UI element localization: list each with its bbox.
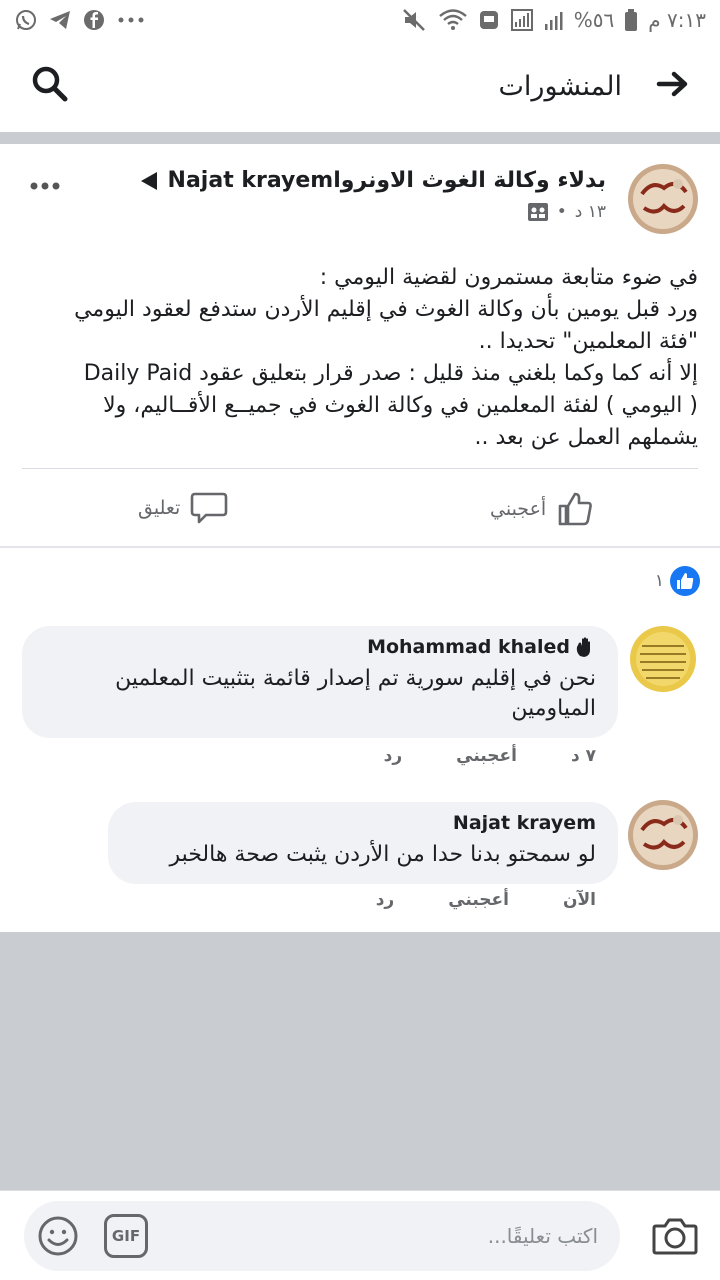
post-header: بدلاء وكالة الغوث الاونرواNajat krayem ١… <box>22 164 698 234</box>
commenter-name[interactable]: Mohammad khaled <box>44 636 596 658</box>
camera-icon <box>652 1218 698 1255</box>
comment-reply-button[interactable]: رد <box>384 746 403 766</box>
app-bar: المنشورات <box>0 40 720 132</box>
reactions-summary[interactable]: ١ <box>655 566 700 596</box>
comment-time: ٧ د <box>570 746 596 766</box>
reaction-count: ١ <box>654 571 664 591</box>
avatar[interactable] <box>628 164 698 234</box>
comment-text: لو سمحتو بدنا حدا من الأردن يثبت صحة هال… <box>169 842 596 867</box>
status-bar: %٥٦ ٧:١٣ م <box>0 0 720 40</box>
gif-button[interactable]: GIF <box>104 1214 148 1258</box>
comment-button[interactable]: تعليق <box>138 490 228 526</box>
mute-icon <box>402 8 428 32</box>
comment-field[interactable]: GIF <box>24 1201 620 1271</box>
comment-label: تعليق <box>138 497 181 519</box>
arrow-right-icon <box>656 71 688 97</box>
like-button[interactable]: أعجبني <box>490 490 594 528</box>
wifi-icon <box>438 8 468 32</box>
header-divider <box>0 132 720 144</box>
telegram-icon <box>48 8 72 32</box>
post-author[interactable]: بدلاء وكالة الغوث الاونرواNajat krayem <box>140 168 606 193</box>
whatsapp-icon <box>14 8 38 32</box>
post-bottom-divider <box>0 546 720 548</box>
comment-like-button[interactable]: أعجبني <box>456 746 517 766</box>
comment-time: الآن <box>563 890 596 910</box>
comment-icon <box>191 492 228 524</box>
back-button[interactable] <box>656 69 690 103</box>
post-author-name[interactable]: بدلاء وكالة الغوث الاونرواNajat krayem <box>168 168 606 193</box>
comment-input[interactable] <box>298 1201 598 1271</box>
post-line: يشملهم العمل عن بعد .. <box>474 425 698 450</box>
more-notifications-icon <box>116 15 146 25</box>
group-icon <box>527 203 548 221</box>
comment-actions: الآن أعجبني رد <box>376 890 596 910</box>
empty-background <box>0 932 720 1190</box>
more-dots-icon <box>30 182 60 190</box>
post-time[interactable]: ١٣ د <box>575 202 606 222</box>
more-options-button[interactable] <box>30 168 60 198</box>
comment-bubble[interactable]: Mohammad khaled نحن في إقليم سورية تم إص… <box>22 626 618 738</box>
signal-icon <box>510 8 534 32</box>
comment-bubble[interactable]: Najat krayem لو سمحتو بدنا حدا من الأردن… <box>108 802 618 884</box>
camera-button[interactable] <box>650 1213 700 1259</box>
triangle-left-icon <box>140 171 157 190</box>
like-label: أعجبني <box>490 498 547 520</box>
comment-actions: ٧ د أعجبني رد <box>384 746 596 766</box>
search-button[interactable] <box>30 64 70 108</box>
meta-dot: • <box>556 202 567 222</box>
message-icon <box>478 9 500 31</box>
post-divider <box>22 468 698 469</box>
status-bar-right: %٥٦ ٧:١٣ م <box>402 8 706 32</box>
post-body: في ضوء متابعة مستمرون لقضية اليومي : ورد… <box>42 262 698 454</box>
wave-hand-icon <box>576 637 590 657</box>
battery-icon <box>624 8 638 32</box>
post-line: ورد قبل يومين بأن وكالة الغوث في إقليم ا… <box>74 297 698 322</box>
thumbs-up-icon <box>558 492 593 526</box>
commenter-name-text: Najat krayem <box>452 812 596 834</box>
post: بدلاء وكالة الغوث الاونرواNajat krayem ١… <box>0 144 720 546</box>
comment-composer: GIF <box>0 1190 720 1280</box>
like-badge-icon <box>670 566 700 596</box>
commenter-name-text: Mohammad khaled <box>367 636 570 658</box>
post-actions: أعجبني تعليق <box>0 480 720 538</box>
clock: ٧:١٣ م <box>648 8 706 32</box>
comment-text: نحن في إقليم سورية تم إصدار قائمة بتثبيت… <box>115 666 596 721</box>
comment: Mohammad khaled نحن في إقليم سورية تم إص… <box>22 624 698 774</box>
facebook-icon <box>82 8 106 32</box>
comment-reply-button[interactable]: رد <box>376 890 395 910</box>
post-line: "فئة المعلمين" تحديدا .. <box>478 329 698 354</box>
page-title: المنشورات <box>498 70 622 102</box>
post-line: إلا أنه كما وكما بلغني منذ قليل : صدر قر… <box>83 361 698 386</box>
post-line: في ضوء متابعة مستمرون لقضية اليومي : <box>319 265 698 290</box>
status-bar-left <box>14 8 146 32</box>
post-meta: ١٣ د • <box>527 202 606 222</box>
smiley-icon <box>38 1216 78 1256</box>
avatar[interactable] <box>628 800 698 870</box>
avatar[interactable] <box>628 624 698 694</box>
commenter-name[interactable]: Najat krayem <box>130 812 596 834</box>
signal-bars-icon <box>544 8 564 32</box>
post-line: ( اليومي ) لفئة المعلمين في وكالة الغوث … <box>103 393 698 418</box>
emoji-button[interactable] <box>36 1214 80 1258</box>
battery-percent: %٥٦ <box>573 8 615 32</box>
search-icon <box>32 66 68 102</box>
comment: Najat krayem لو سمحتو بدنا حدا من الأردن… <box>22 800 698 920</box>
comment-like-button[interactable]: أعجبني <box>448 890 509 910</box>
